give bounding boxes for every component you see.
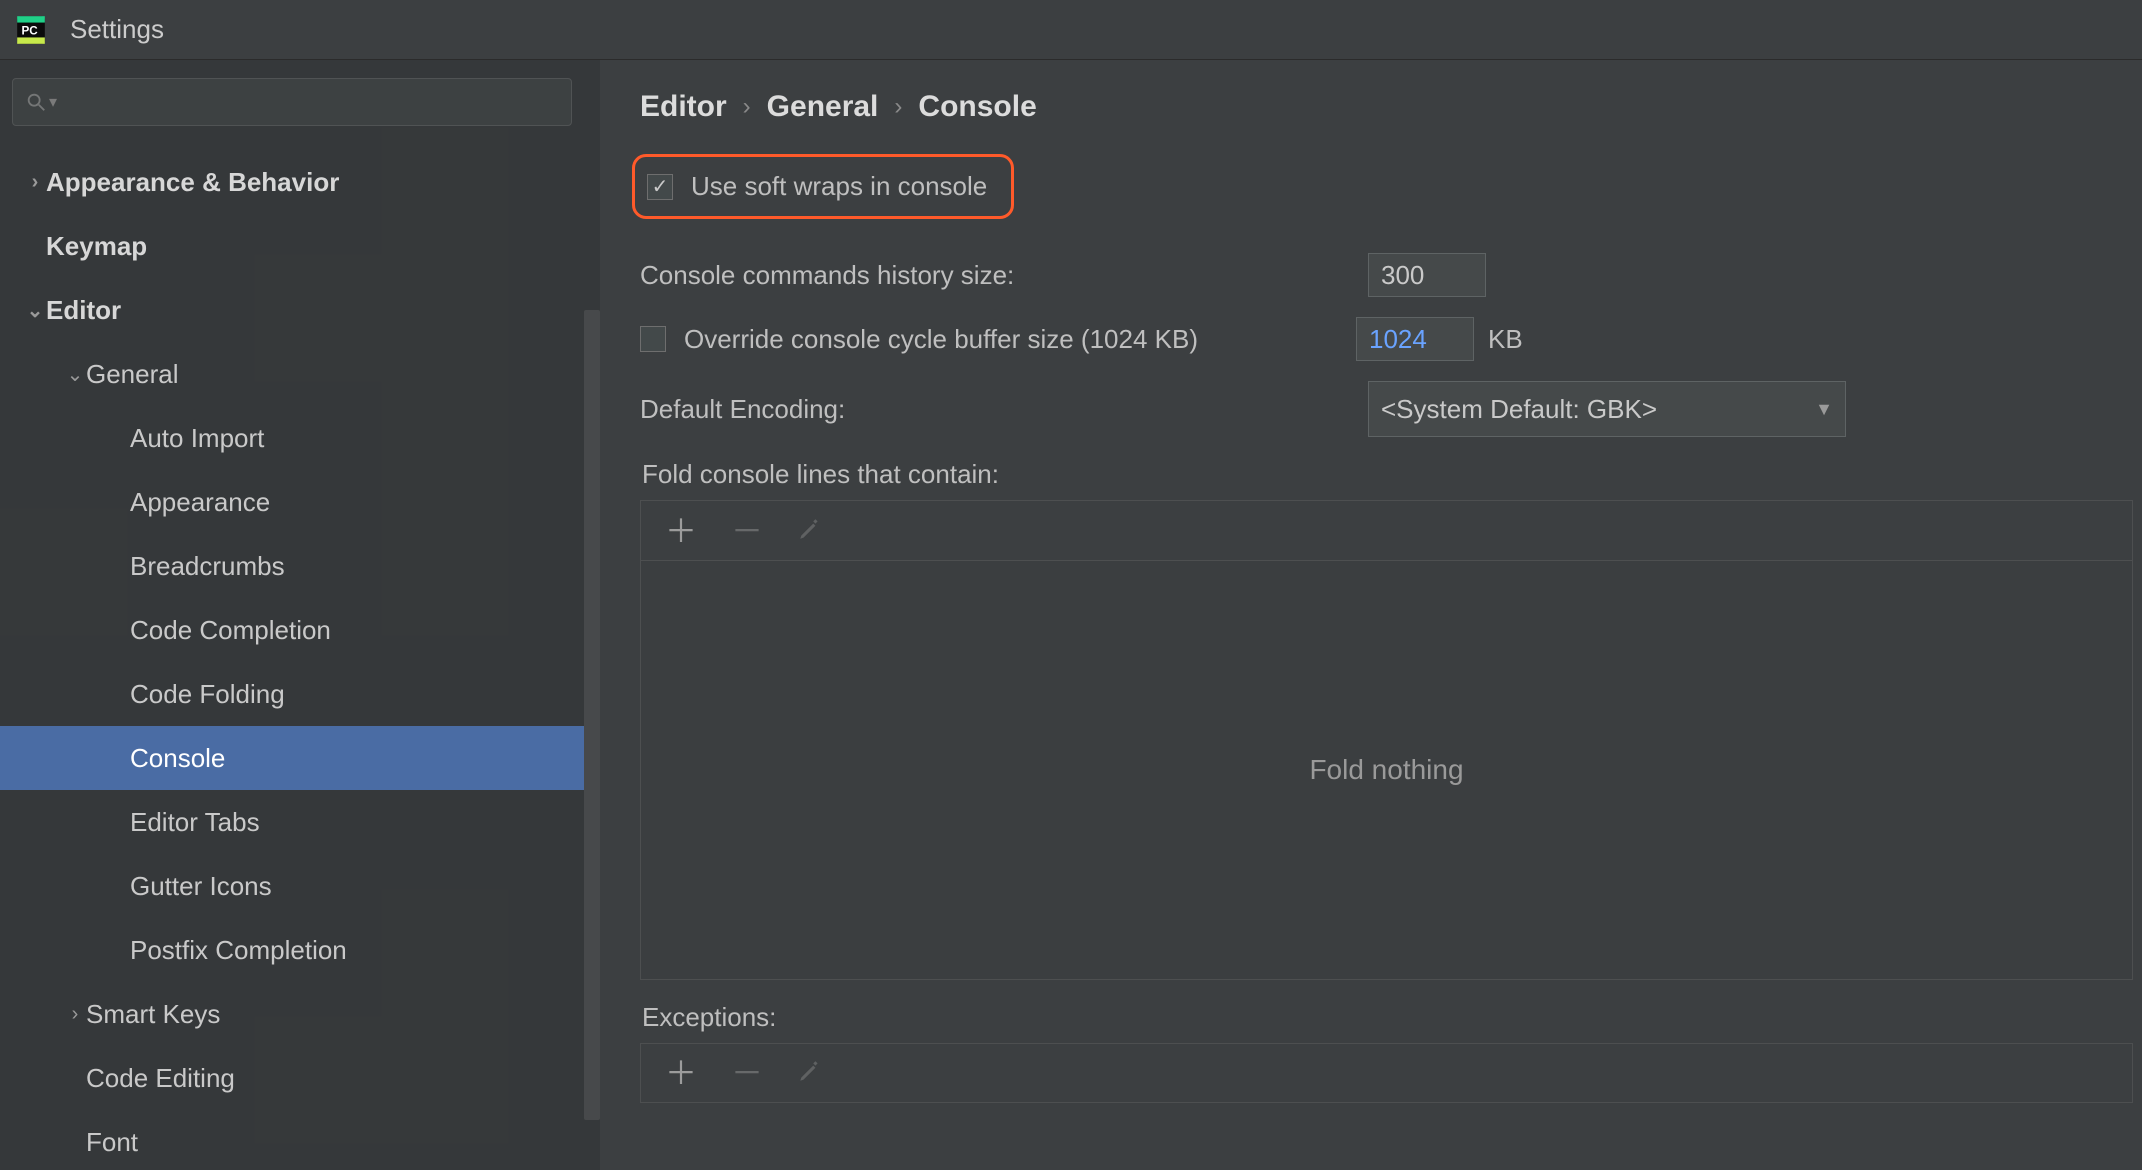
sidebar-item-smart-keys[interactable]: ›Smart Keys (0, 982, 600, 1046)
sidebar-item-label: General (86, 359, 179, 390)
chevron-down-icon: ▾ (49, 92, 57, 112)
fold-list[interactable]: Fold nothing (640, 560, 2133, 980)
pencil-icon (797, 516, 823, 542)
sidebar-item-label: Auto Import (130, 423, 264, 454)
exceptions-list-toolbar: ＋ － (640, 1043, 2133, 1103)
soft-wraps-checkbox[interactable] (647, 174, 673, 200)
sidebar-item-code-completion[interactable]: Code Completion (0, 598, 600, 662)
sidebar-scrollbar[interactable] (584, 310, 600, 1120)
chevron-right-icon: › (894, 93, 902, 121)
sidebar-item-label: Postfix Completion (130, 935, 347, 966)
remove-button[interactable]: － (731, 1057, 763, 1089)
sidebar-item-general[interactable]: ⌄General (0, 342, 600, 406)
default-encoding-select[interactable]: <System Default: GBK> ▼ (1368, 381, 1846, 437)
sidebar-item-postfix-completion[interactable]: Postfix Completion (0, 918, 600, 982)
chevron-down-icon: ⌄ (24, 298, 46, 323)
sidebar-item-label: Editor (46, 295, 121, 326)
sidebar-item-code-folding[interactable]: Code Folding (0, 662, 600, 726)
sidebar-item-label: Code Completion (130, 615, 331, 646)
sidebar-item-label: Smart Keys (86, 999, 220, 1030)
window-title: Settings (70, 14, 164, 45)
sidebar-item-label: Breadcrumbs (130, 551, 285, 582)
sidebar-item-label: Font (86, 1127, 138, 1158)
sidebar-item-console[interactable]: Console (0, 726, 600, 790)
sidebar-item-label: Code Editing (86, 1063, 235, 1094)
sidebar-item-editor-tabs[interactable]: Editor Tabs (0, 790, 600, 854)
sidebar-item-auto-import[interactable]: Auto Import (0, 406, 600, 470)
history-size-label: Console commands history size: (640, 260, 1368, 291)
override-buffer-input[interactable] (1356, 317, 1474, 361)
settings-sidebar: ▾ ›Appearance & BehaviorKeymap⌄Editor⌄Ge… (0, 60, 600, 1170)
sidebar-item-label: Keymap (46, 231, 147, 262)
edit-button[interactable] (797, 1057, 823, 1089)
pycharm-icon: PC (14, 13, 48, 47)
settings-search-input[interactable]: ▾ (12, 78, 572, 126)
pencil-icon (797, 1058, 823, 1084)
sidebar-item-font[interactable]: Font (0, 1110, 600, 1170)
svg-text:PC: PC (21, 24, 38, 37)
titlebar: PC Settings (0, 0, 2142, 60)
override-buffer-unit: KB (1488, 324, 1523, 355)
fold-list-empty-text: Fold nothing (1309, 754, 1463, 786)
sidebar-item-label: Gutter Icons (130, 871, 272, 902)
edit-button[interactable] (797, 515, 823, 547)
sidebar-item-gutter-icons[interactable]: Gutter Icons (0, 854, 600, 918)
breadcrumb-item[interactable]: Console (918, 90, 1036, 124)
settings-tree: ›Appearance & BehaviorKeymap⌄Editor⌄Gene… (0, 140, 600, 1170)
default-encoding-label: Default Encoding: (640, 394, 1368, 425)
fold-lines-label: Fold console lines that contain: (642, 459, 2142, 490)
default-encoding-value: <System Default: GBK> (1381, 394, 1657, 425)
sidebar-item-editor[interactable]: ⌄Editor (0, 278, 600, 342)
sidebar-item-appearance-behavior[interactable]: ›Appearance & Behavior (0, 150, 600, 214)
sidebar-item-label: Appearance & Behavior (46, 167, 339, 198)
sidebar-item-breadcrumbs[interactable]: Breadcrumbs (0, 534, 600, 598)
add-button[interactable]: ＋ (665, 515, 697, 547)
settings-content: Editor › General › Console Use soft wrap… (600, 60, 2142, 1170)
fold-list-toolbar: ＋ － (640, 500, 2133, 560)
sidebar-item-label: Editor Tabs (130, 807, 260, 838)
override-buffer-checkbox[interactable] (640, 326, 666, 352)
search-icon (25, 91, 47, 113)
chevron-right-icon: › (64, 1003, 86, 1026)
add-button[interactable]: ＋ (665, 1057, 697, 1089)
chevron-right-icon: › (743, 93, 751, 121)
soft-wraps-label: Use soft wraps in console (691, 171, 987, 202)
breadcrumb-item[interactable]: General (767, 90, 879, 124)
breadcrumb: Editor › General › Console (640, 90, 2142, 124)
override-buffer-label: Override console cycle buffer size (1024… (684, 324, 1356, 355)
sidebar-item-label: Code Folding (130, 679, 285, 710)
sidebar-item-label: Console (130, 743, 225, 774)
remove-button[interactable]: － (731, 515, 763, 547)
chevron-right-icon: › (24, 171, 46, 194)
chevron-down-icon: ▼ (1815, 399, 1833, 420)
sidebar-item-code-editing[interactable]: Code Editing (0, 1046, 600, 1110)
chevron-down-icon: ⌄ (64, 362, 86, 387)
history-size-input[interactable] (1368, 253, 1486, 297)
exceptions-label: Exceptions: (642, 1002, 2142, 1033)
breadcrumb-item[interactable]: Editor (640, 90, 727, 124)
soft-wraps-highlight: Use soft wraps in console (632, 154, 1014, 219)
sidebar-item-keymap[interactable]: Keymap (0, 214, 600, 278)
sidebar-item-appearance[interactable]: Appearance (0, 470, 600, 534)
sidebar-item-label: Appearance (130, 487, 270, 518)
